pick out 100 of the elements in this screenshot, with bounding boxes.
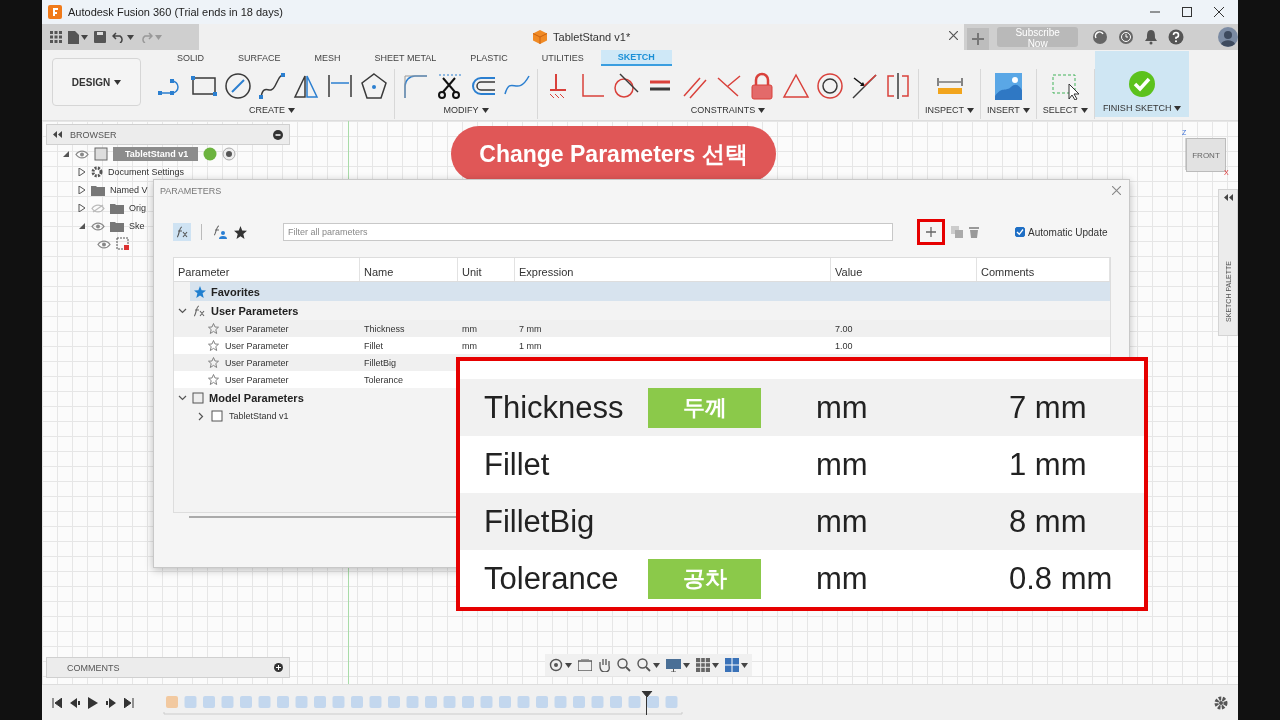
midpoint-icon[interactable] <box>850 72 878 100</box>
column-header[interactable]: Comments <box>977 258 1110 281</box>
filter-field[interactable]: Filter all parameters <box>283 223 893 241</box>
expand-triangle-icon[interactable] <box>62 150 70 158</box>
tool-group-dropdown[interactable]: FINISH SKETCH <box>1102 103 1182 113</box>
avatar-icon[interactable] <box>1218 27 1238 47</box>
triangle-icon[interactable] <box>782 72 810 100</box>
toolbar-tab[interactable]: UTILITIES <box>524 50 601 66</box>
user-function-icon[interactable] <box>212 225 228 239</box>
plus-icon <box>926 227 936 237</box>
chevron-right-icon[interactable] <box>196 411 205 421</box>
toolbar-tab[interactable]: SHEET METAL <box>357 50 454 66</box>
column-header[interactable]: Unit <box>458 258 515 281</box>
camera-icon[interactable] <box>578 659 592 671</box>
toolbar-tab[interactable]: PLASTIC <box>453 50 525 66</box>
close-icon[interactable] <box>1214 7 1224 17</box>
tool-group-dropdown[interactable]: INSERT <box>987 105 1030 115</box>
circle-icon[interactable] <box>224 72 252 100</box>
chevron-down-icon[interactable] <box>178 393 187 402</box>
document-tab[interactable]: TabletStand v1* <box>198 24 965 50</box>
sync-icon[interactable] <box>1092 29 1108 45</box>
eye-icon[interactable] <box>97 239 111 249</box>
last-frame-icon[interactable] <box>124 697 134 708</box>
column-header[interactable]: Parameter <box>174 258 360 281</box>
help-icon[interactable] <box>1168 29 1184 45</box>
app-icon <box>48 5 62 19</box>
spline-icon[interactable] <box>258 72 286 100</box>
tree-item-label[interactable]: Document Settings <box>108 167 185 177</box>
clock-icon[interactable] <box>1118 29 1134 45</box>
expand-triangle-icon[interactable] <box>78 222 86 230</box>
zoom-icon[interactable] <box>617 658 631 672</box>
column-header[interactable]: Name <box>360 258 458 281</box>
save-icon[interactable] <box>94 31 106 43</box>
checkbox[interactable] <box>1015 227 1025 237</box>
collapse-panel-icon[interactable] <box>53 131 62 138</box>
star-outline-icon[interactable] <box>208 374 219 385</box>
star-outline-icon[interactable] <box>208 357 219 368</box>
select-box-icon[interactable] <box>1051 72 1080 100</box>
tree-item-label[interactable]: TabletStand v1 <box>229 411 289 421</box>
scissors-icon[interactable] <box>435 72 463 100</box>
add-comment-icon[interactable] <box>274 663 283 672</box>
checkmark-icon[interactable] <box>1128 70 1157 98</box>
section-row[interactable]: User Parameters <box>174 301 305 320</box>
lock-icon[interactable] <box>748 72 776 100</box>
tool-group-dropdown[interactable]: CONSTRAINTS <box>690 105 766 115</box>
undo-icon[interactable] <box>112 31 125 43</box>
previous-icon[interactable] <box>70 697 80 708</box>
toolbar-tab[interactable]: SOLID <box>160 50 221 66</box>
section-row[interactable]: Favorites <box>190 282 1110 301</box>
star-outline-icon[interactable] <box>208 340 219 351</box>
symmetry-icon[interactable] <box>884 72 912 100</box>
eye-icon[interactable] <box>91 221 105 231</box>
eye-icon[interactable] <box>75 149 89 159</box>
close-icon[interactable] <box>949 31 959 40</box>
column-header[interactable]: Value <box>831 258 977 281</box>
workspace-dropdown[interactable]: DESIGN <box>52 58 141 106</box>
dimension-icon[interactable] <box>326 72 354 100</box>
grid-menu-icon[interactable] <box>50 31 62 43</box>
tree-item-label[interactable]: Orig <box>129 203 146 213</box>
toolbar-tab[interactable]: SURFACE <box>221 50 298 66</box>
collapse-triangle-icon[interactable] <box>78 186 86 194</box>
star-outline-icon[interactable] <box>208 323 219 334</box>
tool-group-dropdown[interactable]: MODIFY <box>443 105 489 115</box>
tangent-circle-icon[interactable] <box>612 72 640 100</box>
image-icon[interactable] <box>994 72 1023 100</box>
next-icon[interactable] <box>106 697 116 708</box>
new-tab-button[interactable] <box>967 28 990 50</box>
display-icon[interactable] <box>666 658 681 672</box>
tool-group-dropdown[interactable]: CREATE <box>249 105 295 115</box>
tool-group-dropdown[interactable]: INSPECT <box>925 105 974 115</box>
maximize-icon[interactable] <box>1182 7 1192 17</box>
first-frame-icon[interactable] <box>52 697 62 708</box>
star-icon[interactable] <box>234 225 247 239</box>
collapse-panel-icon[interactable] <box>1223 194 1233 201</box>
toolbar-tab[interactable]: MESH <box>297 50 358 66</box>
file-icon[interactable] <box>68 30 79 44</box>
grid-icon[interactable] <box>696 658 710 672</box>
tree-item-label[interactable]: Ske <box>129 221 145 231</box>
tool-group-dropdown[interactable]: SELECT <box>1042 105 1088 115</box>
section-row[interactable]: Model Parameters <box>174 388 310 407</box>
collapse-triangle-icon[interactable] <box>78 204 86 212</box>
parameters-toggle[interactable] <box>173 223 191 241</box>
concentric-icon[interactable] <box>816 72 844 100</box>
collapse-triangle-icon[interactable] <box>78 168 86 176</box>
tree-item-label[interactable]: Named V <box>110 185 148 195</box>
bell-icon[interactable] <box>1144 29 1158 45</box>
add-button[interactable] <box>926 227 936 237</box>
viewports-icon[interactable] <box>725 658 739 672</box>
play-icon[interactable] <box>88 696 98 709</box>
chevron-down-icon[interactable] <box>178 306 187 315</box>
orbit-icon[interactable] <box>549 658 563 672</box>
minus-icon[interactable] <box>273 129 283 140</box>
settings-icon[interactable] <box>1214 695 1228 710</box>
radio-icon[interactable] <box>222 147 237 161</box>
hand-icon[interactable] <box>598 658 611 672</box>
polygon-icon[interactable] <box>360 72 388 100</box>
search-icon[interactable] <box>637 658 651 672</box>
column-header[interactable]: Expression <box>515 258 831 281</box>
trash-icon[interactable] <box>969 226 979 238</box>
fillet-icon[interactable] <box>401 72 429 100</box>
